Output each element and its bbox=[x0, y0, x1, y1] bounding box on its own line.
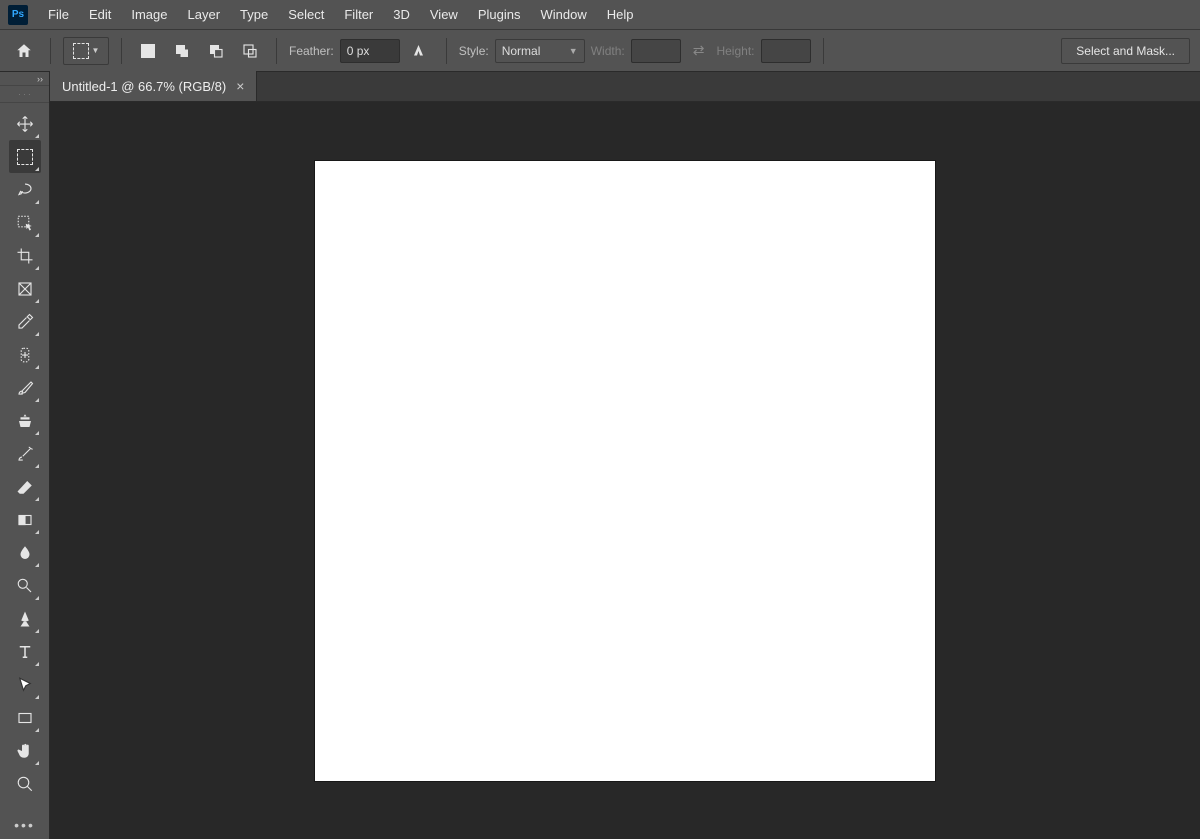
document-tab-title: Untitled-1 @ 66.7% (RGB/8) bbox=[62, 79, 226, 94]
menu-file[interactable]: File bbox=[38, 3, 79, 26]
swap-dimensions-icon: ⇄ bbox=[693, 42, 705, 59]
dodge-tool[interactable] bbox=[9, 569, 41, 602]
brush-tool[interactable] bbox=[9, 371, 41, 404]
rectangle-tool[interactable] bbox=[9, 701, 41, 734]
pen-tool[interactable] bbox=[9, 602, 41, 635]
rectangular-marquee-tool[interactable] bbox=[9, 140, 41, 173]
height-label: Height: bbox=[716, 44, 754, 58]
menu-view[interactable]: View bbox=[420, 3, 468, 26]
zoom-tool[interactable] bbox=[9, 767, 41, 800]
home-button[interactable] bbox=[10, 37, 38, 65]
selection-subtract-button[interactable] bbox=[202, 37, 230, 65]
feather-input[interactable] bbox=[340, 39, 400, 63]
style-select[interactable]: Normal ▼ bbox=[495, 39, 585, 63]
history-brush-tool[interactable] bbox=[9, 437, 41, 470]
eraser-tool[interactable] bbox=[9, 470, 41, 503]
menu-help[interactable]: Help bbox=[597, 3, 644, 26]
chevron-down-icon: ▼ bbox=[569, 46, 578, 56]
menu-plugins[interactable]: Plugins bbox=[468, 3, 531, 26]
app-logo: Ps bbox=[8, 5, 28, 25]
select-and-mask-button[interactable]: Select and Mask... bbox=[1061, 38, 1190, 64]
gradient-tool[interactable] bbox=[9, 503, 41, 536]
chevron-down-icon: ▼ bbox=[92, 46, 100, 55]
menu-window[interactable]: Window bbox=[530, 3, 596, 26]
selection-add-button[interactable] bbox=[168, 37, 196, 65]
lasso-tool[interactable] bbox=[9, 173, 41, 206]
blur-tool[interactable] bbox=[9, 536, 41, 569]
menu-3d[interactable]: 3D bbox=[383, 3, 420, 26]
edit-toolbar-hint: · · · bbox=[0, 86, 49, 103]
canvas[interactable] bbox=[315, 161, 935, 781]
clone-stamp-tool[interactable] bbox=[9, 404, 41, 437]
close-icon[interactable]: × bbox=[236, 78, 244, 94]
object-selection-tool[interactable] bbox=[9, 206, 41, 239]
frame-tool[interactable] bbox=[9, 272, 41, 305]
document-area: Untitled-1 @ 66.7% (RGB/8) × bbox=[50, 72, 1200, 839]
panel-collapse-button[interactable]: ›› bbox=[0, 72, 49, 86]
healing-brush-tool[interactable] bbox=[9, 338, 41, 371]
hand-tool[interactable] bbox=[9, 734, 41, 767]
move-tool[interactable] bbox=[9, 107, 41, 140]
canvas-viewport[interactable] bbox=[50, 102, 1200, 839]
square-icon bbox=[141, 44, 155, 58]
menu-select[interactable]: Select bbox=[278, 3, 334, 26]
crop-tool[interactable] bbox=[9, 239, 41, 272]
eyedropper-tool[interactable] bbox=[9, 305, 41, 338]
width-label: Width: bbox=[591, 44, 625, 58]
menu-layer[interactable]: Layer bbox=[178, 3, 231, 26]
selection-intersect-button[interactable] bbox=[236, 37, 264, 65]
menu-bar: Ps File Edit Image Layer Type Select Fil… bbox=[0, 0, 1200, 30]
path-selection-tool[interactable] bbox=[9, 668, 41, 701]
marquee-icon bbox=[73, 43, 89, 59]
tool-preset-picker[interactable]: ▼ bbox=[63, 37, 109, 65]
width-input bbox=[631, 39, 681, 63]
edit-toolbar-button[interactable]: ••• bbox=[0, 817, 49, 833]
style-label: Style: bbox=[459, 44, 489, 58]
style-value: Normal bbox=[502, 44, 541, 58]
feather-label: Feather: bbox=[289, 44, 334, 58]
menu-type[interactable]: Type bbox=[230, 3, 278, 26]
selection-new-button[interactable] bbox=[134, 37, 162, 65]
height-input bbox=[761, 39, 811, 63]
tools-panel: ›› · · · ••• bbox=[0, 72, 50, 839]
antialias-icon[interactable] bbox=[406, 37, 434, 65]
type-tool[interactable] bbox=[9, 635, 41, 668]
menu-filter[interactable]: Filter bbox=[334, 3, 383, 26]
options-bar: ▼ Feather: Style: Normal ▼ Width: ⇄ Heig… bbox=[0, 30, 1200, 72]
document-tab[interactable]: Untitled-1 @ 66.7% (RGB/8) × bbox=[50, 71, 257, 101]
menu-image[interactable]: Image bbox=[121, 3, 177, 26]
document-tab-bar: Untitled-1 @ 66.7% (RGB/8) × bbox=[50, 72, 1200, 102]
menu-edit[interactable]: Edit bbox=[79, 3, 121, 26]
